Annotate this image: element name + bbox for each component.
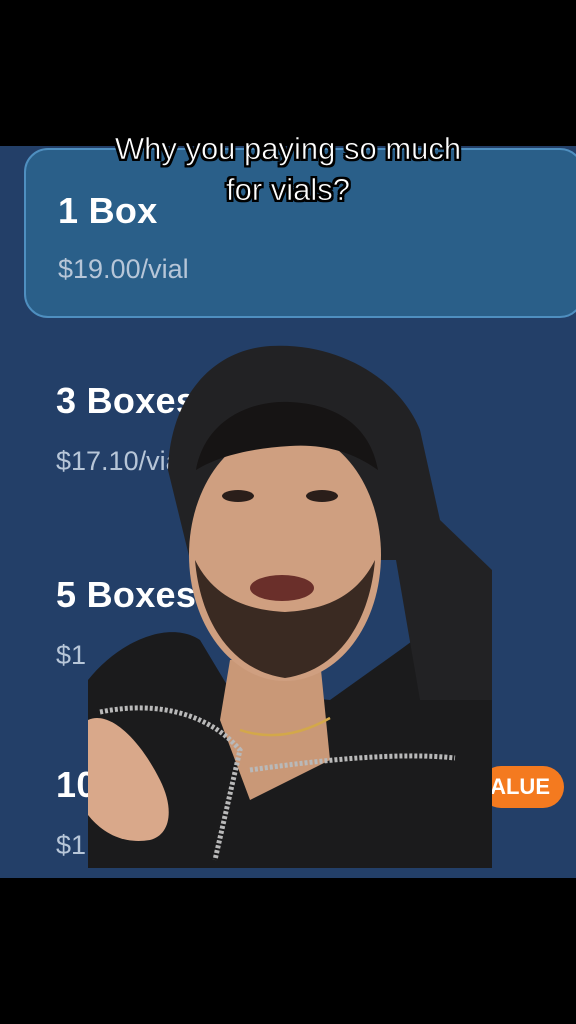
option-price: $17.10/vial: [56, 446, 187, 476]
video-caption: Why you paying so much for vials?: [60, 128, 516, 210]
best-value-badge: ALUE: [480, 766, 564, 808]
caption-line-1: Why you paying so much: [114, 131, 462, 167]
pricing-screen: 1 Box $19.00/vial 3 Boxes $17.10/vial 5 …: [0, 146, 576, 878]
video-frame: 1 Box $19.00/vial 3 Boxes $17.10/vial 5 …: [0, 0, 576, 1024]
option-price: $1: [56, 640, 87, 670]
option-label: 3 Boxes: [56, 380, 197, 421]
option-label: 5 Boxes: [56, 574, 197, 615]
option-card-3-boxes[interactable]: 3 Boxes $17.10/vial: [24, 368, 576, 488]
caption-line-2: for vials?: [225, 172, 351, 208]
option-price: $1: [56, 830, 87, 860]
option-price: $19.00/vial: [58, 254, 189, 284]
option-card-5-boxes[interactable]: 5 Boxes $1: [24, 562, 576, 682]
option-label: 10: [56, 764, 97, 805]
